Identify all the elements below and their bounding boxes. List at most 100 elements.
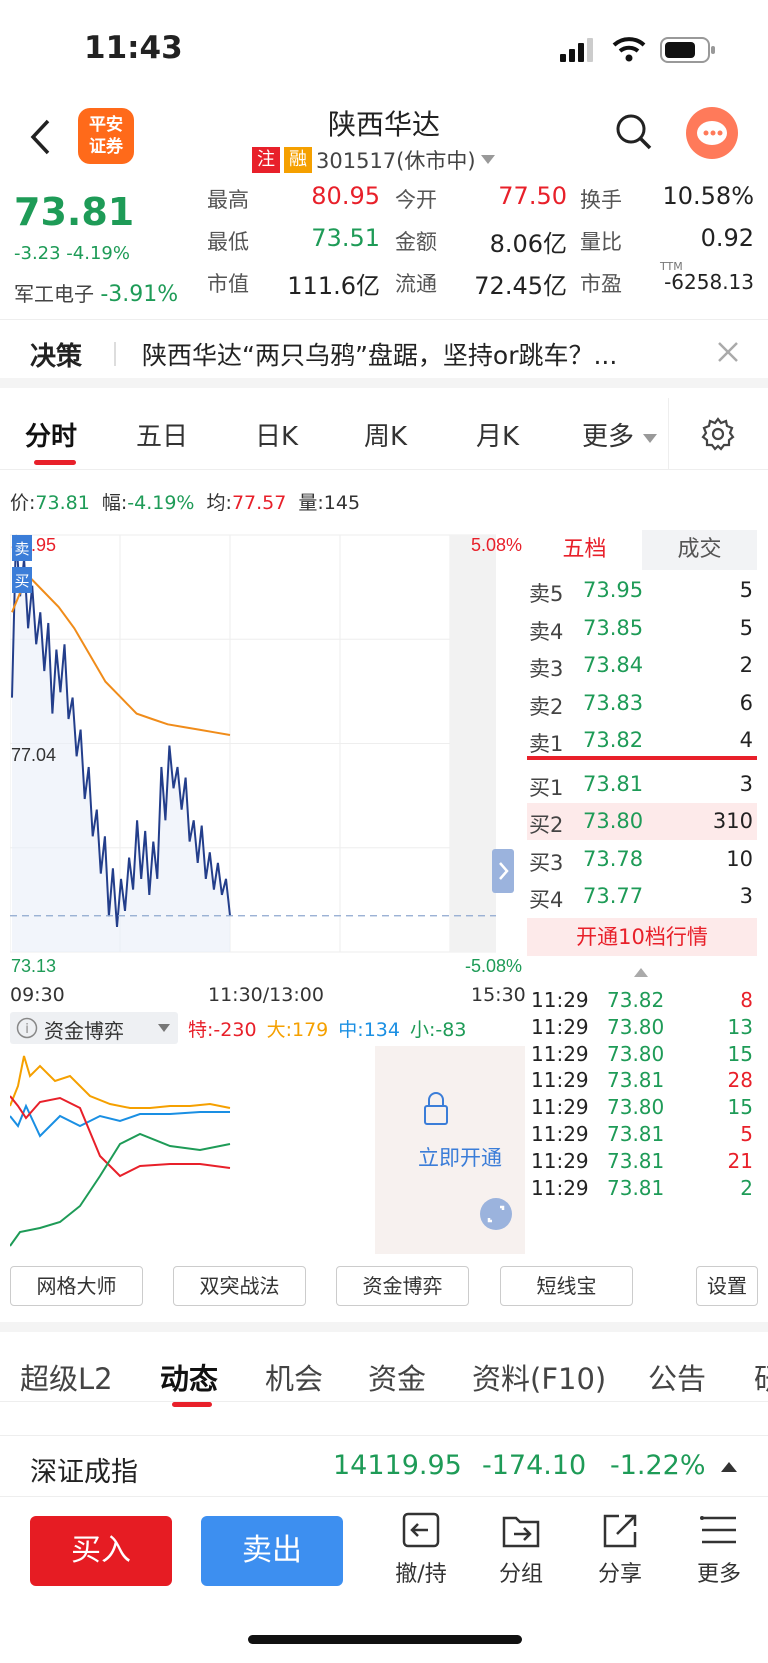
- news-banner[interactable]: 决策 陕西华达“两只乌鸦”盘踞，坚持or跳车？...: [0, 320, 768, 388]
- order-book-row[interactable]: 卖5 73.95 5: [527, 572, 757, 609]
- tab-five-levels[interactable]: 五档: [527, 530, 642, 570]
- status-time: 11:43: [84, 30, 183, 66]
- info-label: 幅:: [101, 492, 128, 514]
- close-icon[interactable]: [716, 340, 740, 364]
- fund-title: 资金博弈: [44, 1019, 124, 1043]
- more-button[interactable]: 更多: [679, 1510, 759, 1588]
- info-amplitude: -4.19%: [127, 492, 195, 514]
- cancel-hold-button[interactable]: 撤/持: [381, 1510, 461, 1588]
- order-book-row[interactable]: 买1 73.81 3: [527, 766, 757, 803]
- order-price: 73.84: [583, 653, 644, 677]
- tool-short-line[interactable]: 短线宝: [500, 1266, 633, 1306]
- x-tick-close: 15:30: [471, 984, 526, 1006]
- trade-price: 73.81: [607, 1148, 665, 1173]
- field-label: 今开: [395, 188, 437, 212]
- order-level: 买4: [529, 888, 564, 912]
- fund-zhong-label: 中:: [338, 1019, 364, 1041]
- news-tag: 决策: [30, 342, 83, 372]
- trade-row: 11:29 73.81 2: [527, 1176, 757, 1202]
- buy-marker: 买: [14, 572, 29, 590]
- info-price: 73.81: [35, 492, 90, 514]
- order-book-row[interactable]: 卖4 73.85 5: [527, 610, 757, 647]
- fund-panel: i 资金博弈 特:-230 大:179 中:134 小:-83 立即开通: [10, 1012, 525, 1257]
- search-icon[interactable]: [614, 112, 654, 152]
- tab-five-day[interactable]: 五日: [136, 416, 188, 453]
- field-label: 最低: [207, 230, 249, 254]
- order-level: 卖1: [529, 732, 564, 756]
- field-label: 量比: [580, 230, 622, 254]
- stock-header: 平安 证券 陕西华达 注 融 301517(休市中): [0, 95, 768, 180]
- tab-week-k[interactable]: 周K: [364, 416, 407, 453]
- trade-price: 73.81: [607, 1068, 665, 1093]
- tab-month-k[interactable]: 月K: [476, 416, 519, 453]
- status-bar: 11:43: [0, 0, 768, 100]
- tab-funds[interactable]: 资金: [368, 1356, 426, 1398]
- home-indicator: [248, 1635, 522, 1644]
- open-ten-levels-button[interactable]: 开通10档行情: [527, 918, 757, 956]
- trade-row: 11:29 73.80 15: [527, 1095, 757, 1121]
- stock-subtitle[interactable]: 注 融 301517(休市中): [252, 145, 496, 175]
- tab-super-l2[interactable]: 超级L2: [20, 1356, 113, 1398]
- sector-info[interactable]: 军工电子 -3.91%: [14, 278, 178, 307]
- chevron-down-icon: [480, 155, 495, 164]
- trade-volume: 15: [727, 1095, 753, 1120]
- tab-research[interactable]: 研: [754, 1356, 768, 1398]
- order-book-row[interactable]: 卖1 73.82 4: [527, 722, 757, 759]
- order-book-row[interactable]: 卖3 73.84 2: [527, 647, 757, 684]
- order-book-row[interactable]: 买2 73.80 310: [527, 803, 757, 840]
- order-book-row[interactable]: 卖2 73.83 6: [527, 685, 757, 722]
- tab-f10[interactable]: 资料(F10): [472, 1356, 606, 1398]
- settings-icon[interactable]: [701, 417, 735, 451]
- field-value: 0.92: [700, 224, 754, 252]
- tab-intraday[interactable]: 分时: [25, 416, 77, 453]
- trade-price: 73.82: [607, 988, 665, 1012]
- share-button[interactable]: 分享: [580, 1510, 660, 1588]
- trade-row: 11:29 73.80 15: [527, 1042, 757, 1068]
- group-button[interactable]: 分组: [481, 1510, 561, 1588]
- order-book-row[interactable]: 买3 73.78 10: [527, 841, 757, 878]
- price-change: -3.23 -4.19%: [14, 243, 130, 264]
- trade-time: 11:29: [531, 1175, 589, 1200]
- fullscreen-button[interactable]: [480, 1198, 512, 1230]
- tool-grid-master[interactable]: 网格大师: [10, 1266, 143, 1306]
- chart-tabs: 分时 五日 日K 周K 月K 更多: [0, 398, 768, 470]
- order-book-row[interactable]: 买4 73.77 3: [527, 878, 757, 915]
- trade-row: 11:29 73.82 8: [527, 988, 757, 1014]
- caret-up-icon[interactable]: [633, 966, 649, 978]
- after-hours-shade: [450, 535, 496, 952]
- trade-time: 11:29: [531, 988, 589, 1012]
- tab-announcement[interactable]: 公告: [648, 1356, 706, 1398]
- tab-day-k[interactable]: 日K: [255, 416, 298, 453]
- index-change: -174.10: [482, 1450, 587, 1481]
- info-label: 均:: [206, 492, 232, 514]
- chevron-down-icon: [643, 434, 658, 443]
- field-label: 最高: [207, 188, 249, 212]
- group-label: 分组: [498, 1562, 543, 1587]
- tool-fund-game[interactable]: 资金博弈: [336, 1266, 469, 1306]
- buy-button[interactable]: 买入: [30, 1516, 172, 1586]
- info-label: 量:: [298, 492, 324, 514]
- tab-more[interactable]: 更多: [582, 416, 658, 453]
- field-label: 金额: [395, 230, 437, 254]
- index-ticker[interactable]: 深证成指 14119.95 -174.10 -1.22%: [0, 1435, 768, 1497]
- tab-dynamics[interactable]: 动态: [160, 1356, 218, 1398]
- expand-panel-button[interactable]: [492, 849, 514, 893]
- intraday-chart[interactable]: 80.95 77.04 73.13 5.08% -5.08% 卖 买: [10, 527, 525, 982]
- fund-selector[interactable]: i 资金博弈: [10, 1012, 178, 1044]
- tab-opportunity[interactable]: 机会: [265, 1356, 323, 1398]
- index-value: 14119.95: [333, 1450, 462, 1481]
- tool-double-break[interactable]: 双突战法: [173, 1266, 306, 1306]
- assistant-avatar[interactable]: [686, 107, 738, 159]
- trade-row: 11:29 73.81 28: [527, 1068, 757, 1094]
- chat-bubble-icon: [697, 121, 727, 145]
- trade-volume: 21: [727, 1148, 753, 1173]
- tab-trades[interactable]: 成交: [642, 530, 757, 570]
- trade-price: 73.80: [607, 1095, 665, 1120]
- unlock-button[interactable]: 立即开通: [390, 1142, 530, 1172]
- current-price: 73.81: [14, 190, 135, 234]
- fund-da-value: 179: [291, 1019, 329, 1041]
- tool-settings[interactable]: 设置: [696, 1266, 758, 1306]
- share-icon: [603, 1514, 637, 1548]
- tag-rong: 融: [284, 147, 312, 173]
- sell-button[interactable]: 卖出: [201, 1516, 343, 1586]
